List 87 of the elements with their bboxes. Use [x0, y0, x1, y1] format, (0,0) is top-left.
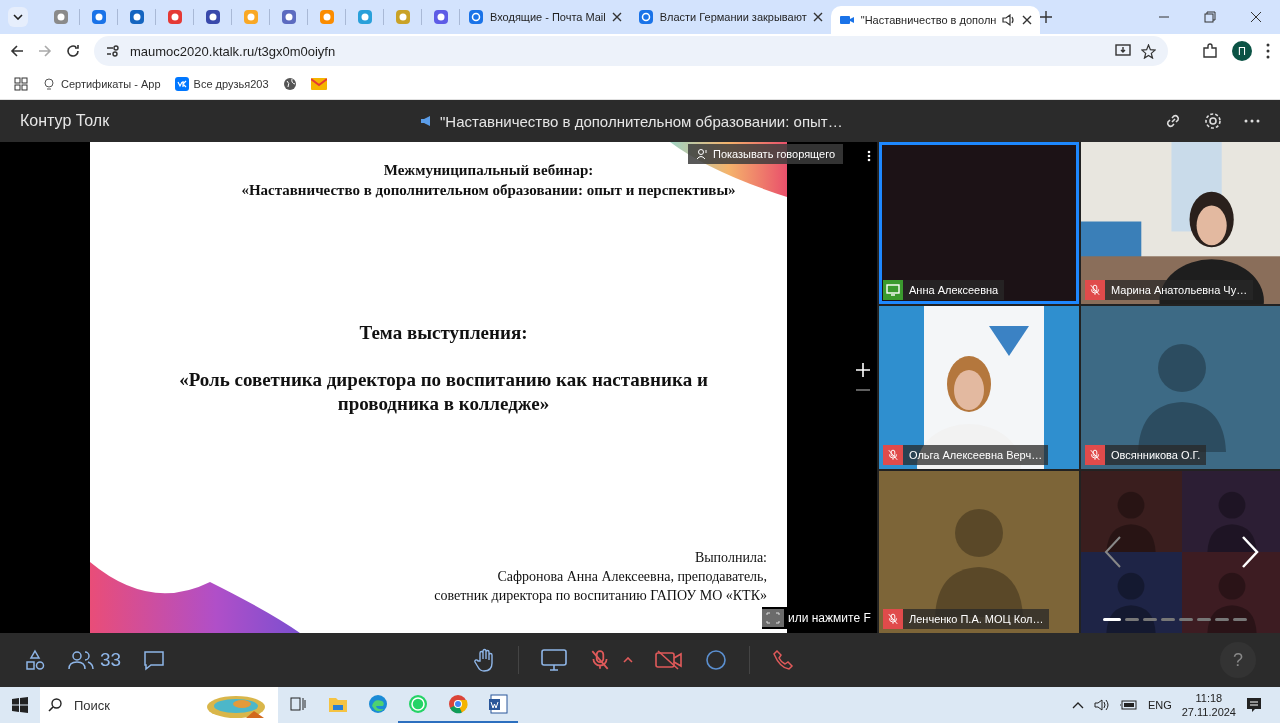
show-speaker-button[interactable]: Показывать говорящего	[688, 144, 844, 164]
new-tab-icon[interactable]	[1040, 11, 1053, 23]
extensions-icon[interactable]	[1202, 43, 1218, 59]
screen-share-icon[interactable]	[541, 649, 567, 671]
apps-grid-icon[interactable]	[14, 76, 28, 91]
search-icon	[48, 698, 62, 712]
tab-favicon-icon[interactable]	[52, 9, 69, 25]
lightbulb-icon	[42, 76, 56, 91]
slide-subtitle: Тема выступления:	[358, 322, 528, 344]
speaker-icon	[1002, 14, 1017, 26]
speaker-person-icon	[696, 148, 708, 160]
participant-name: Анна Алексеевна	[909, 284, 999, 296]
participants-button[interactable]: 33	[68, 649, 122, 671]
profile-avatar[interactable]: П	[1232, 41, 1252, 61]
more-icon[interactable]	[1266, 43, 1270, 59]
tab-favicon-icon[interactable]	[204, 9, 221, 25]
word-icon[interactable]	[488, 694, 508, 714]
envelope-icon[interactable]	[310, 77, 327, 90]
close-icon[interactable]	[1022, 15, 1033, 25]
language-indicator[interactable]: ENG	[1147, 699, 1172, 711]
megaphone-icon	[420, 115, 432, 127]
clock-time[interactable]: 11:18	[1195, 691, 1223, 705]
fullscreen-hint: или нажмите F	[788, 611, 871, 625]
vk-logo-icon	[174, 76, 189, 91]
folder-icon[interactable]	[328, 695, 348, 713]
tab-favicon-icon[interactable]	[432, 9, 449, 25]
edge-browser-icon[interactable]	[368, 694, 388, 714]
link-icon[interactable]	[1164, 112, 1182, 130]
tab-favicon-icon[interactable]	[280, 9, 297, 25]
zoom-out-icon[interactable]	[856, 388, 870, 392]
zoom-in-icon[interactable]	[855, 362, 871, 378]
browser-tab[interactable]: Входящие - Почта Mail	[460, 0, 630, 34]
more-icon[interactable]	[867, 150, 871, 162]
globe-icon[interactable]	[282, 76, 297, 91]
next-icon[interactable]	[1240, 535, 1260, 569]
chrome-icon[interactable]	[448, 694, 468, 714]
participant-name: Ольга Алексеевна Верч…	[909, 449, 1043, 461]
task-view-icon[interactable]	[290, 696, 306, 712]
slide-signature: Выполнила:	[693, 549, 767, 567]
record-icon[interactable]	[705, 649, 727, 671]
page-indicator[interactable]	[1103, 618, 1121, 621]
slide-signature: советник директора по воспитанию ГАПОУ МО «КТК»	[434, 587, 767, 605]
slide-topic: «Роль советника директора по воспитанию как наставника и проводника в колледже»	[178, 368, 709, 416]
chevron-up-icon[interactable]	[1071, 701, 1084, 709]
more-icon[interactable]	[1244, 119, 1260, 123]
settings-icon[interactable]	[1204, 112, 1222, 130]
previous-icon[interactable]	[1103, 535, 1123, 569]
bookmark-link[interactable]: Все друзья203	[193, 77, 269, 90]
slide-signature: Сафронова Анна Алексеевна, преподаватель,	[496, 568, 767, 586]
battery-icon[interactable]	[1119, 700, 1138, 710]
close-icon[interactable]	[1250, 11, 1262, 23]
close-icon[interactable]	[611, 12, 622, 22]
muted-mic-icon[interactable]	[589, 649, 611, 671]
volume-icon[interactable]	[1093, 698, 1110, 712]
bookmark-link[interactable]: Сертификаты - App	[61, 77, 161, 90]
back-icon[interactable]	[10, 44, 24, 58]
windows-start-icon[interactable]	[12, 697, 28, 713]
help-button[interactable]: ?	[1220, 642, 1256, 678]
slide-heading: Межмуниципальный вебинар:	[382, 161, 595, 180]
participant-name: Овсянникова О.Г.	[1111, 449, 1201, 461]
close-icon[interactable]	[812, 12, 823, 22]
hang-up-icon[interactable]	[772, 649, 794, 671]
app-logo-text: Контур Толк	[20, 112, 111, 130]
site-info-icon[interactable]	[106, 44, 120, 58]
clock-date[interactable]: 27.11.2024	[1181, 705, 1236, 719]
chat-icon[interactable]	[143, 649, 166, 671]
chevron-down-icon	[13, 14, 23, 20]
browser-tab[interactable]: Власти Германии закрывают	[629, 0, 831, 34]
notifications-icon[interactable]	[1246, 697, 1262, 713]
tab-favicon-icon[interactable]	[90, 9, 107, 25]
raise-hand-icon[interactable]	[474, 648, 496, 672]
camera-off-icon[interactable]	[655, 650, 683, 670]
tab-search-button[interactable]	[8, 7, 28, 27]
participant-name: Ленченко П.А. МОЦ Кол…	[909, 613, 1044, 625]
tab-favicon-icon[interactable]	[166, 9, 183, 25]
participant-name: Марина Анатольевна Чу…	[1111, 284, 1248, 296]
restore-icon[interactable]	[1204, 11, 1216, 23]
meeting-title: "Наставничество в дополнительном образовании: опыт…	[440, 112, 843, 130]
reload-icon[interactable]	[66, 44, 80, 58]
shapes-icon[interactable]	[24, 649, 46, 671]
bookmark-star-icon[interactable]	[1141, 43, 1156, 59]
tab-favicon-icon[interactable]	[128, 9, 145, 25]
install-app-icon[interactable]	[1115, 44, 1131, 58]
slide-heading: «Наставничество в дополнительном образовании: опыт и перспективы»	[241, 181, 736, 200]
caret-icon[interactable]	[623, 657, 633, 663]
people-icon	[68, 650, 94, 670]
browser-tab[interactable]: "Наставничество в дополн	[830, 6, 1041, 34]
